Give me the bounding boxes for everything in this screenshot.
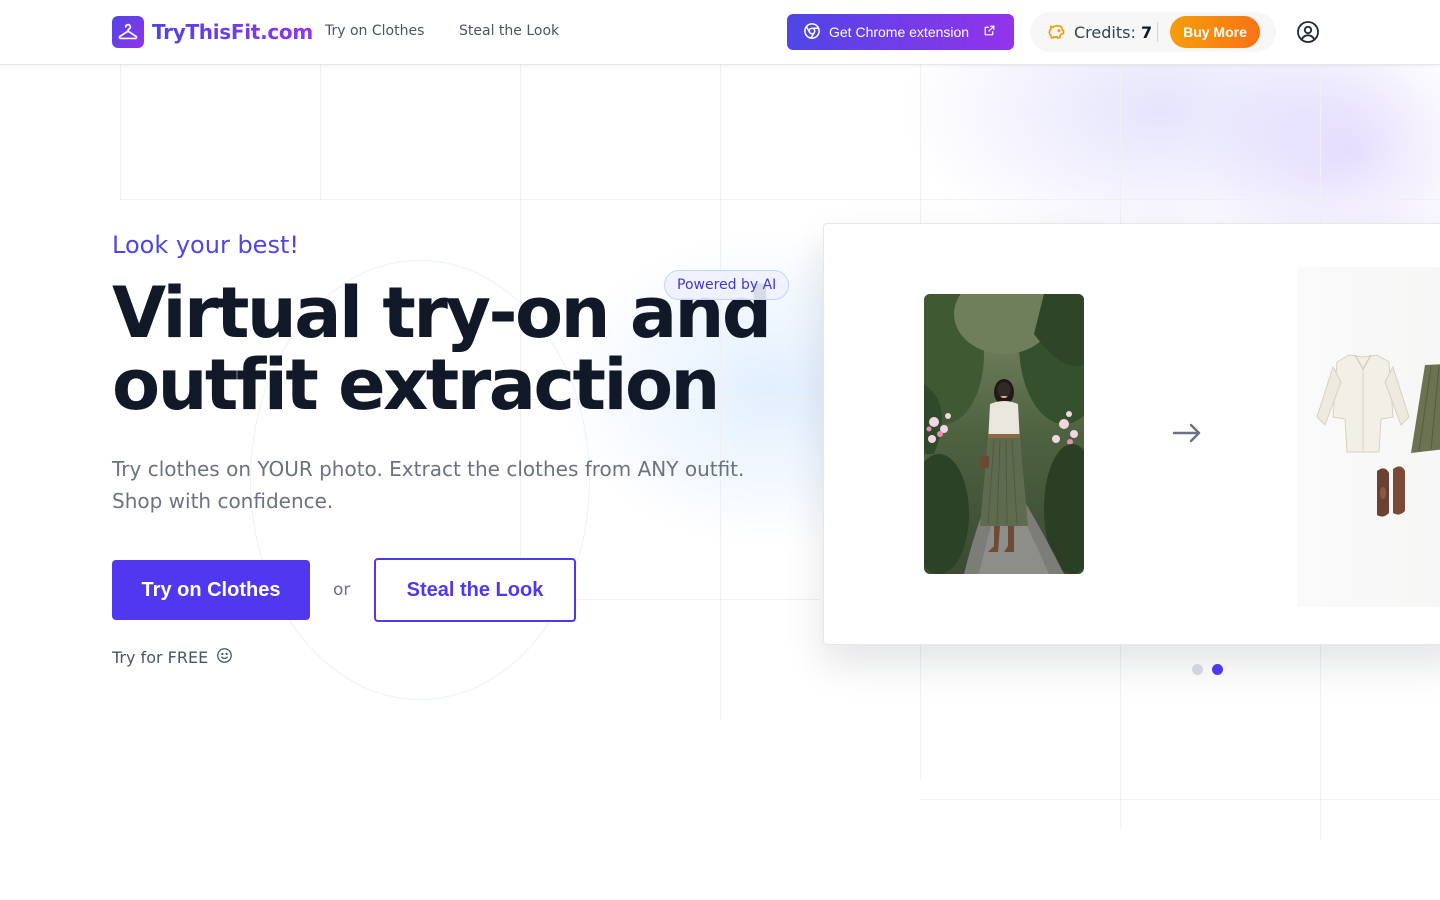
site-logo[interactable]: TryThisFit.com — [112, 16, 313, 48]
headline-line-2: outfit extraction — [112, 344, 720, 426]
boots-item — [1377, 466, 1405, 517]
chrome-extension-label: Get Chrome extension — [829, 24, 970, 40]
steal-the-look-button[interactable]: Steal the Look — [374, 558, 576, 622]
model-photo — [924, 294, 1084, 574]
showcase-card — [823, 223, 1440, 645]
carousel-indicators — [1192, 664, 1223, 675]
chrome-extension-button[interactable]: Get Chrome extension — [787, 14, 1014, 50]
logo-text: TryThisFit.com — [152, 20, 313, 44]
hanger-icon — [112, 16, 144, 48]
try-on-clothes-button[interactable]: Try on Clothes — [112, 560, 310, 620]
credits-value: 7 — [1140, 23, 1153, 42]
extracted-items-panel — [1297, 267, 1440, 607]
external-link-icon — [983, 24, 996, 40]
hero-subtitle: Try clothes on YOUR photo. Extract the c… — [112, 457, 745, 513]
top-navbar: TryThisFit.com Try on Clothes Steal the … — [0, 0, 1440, 65]
credits-count: Credits: 7 — [1074, 23, 1152, 42]
try-for-free-note: Try for FREE — [112, 647, 233, 668]
hero-tagline: Look your best! — [112, 231, 299, 259]
smile-icon — [216, 647, 233, 668]
hero-section: Look your best! Virtual try-on and outfi… — [0, 65, 1440, 900]
powered-by-ai-badge: Powered by AI — [664, 270, 790, 300]
try-for-free-label: Try for FREE — [112, 648, 209, 667]
divider — [1157, 22, 1158, 42]
buy-more-button[interactable]: Buy More — [1170, 16, 1260, 48]
arrow-right-icon — [1172, 422, 1202, 448]
user-circle-icon[interactable] — [1296, 20, 1320, 44]
blouse-item — [1316, 354, 1410, 453]
credits-label: Credits: — [1074, 23, 1136, 42]
credits-widget: Credits: 7 Buy More — [1030, 12, 1276, 52]
coin-icon — [1046, 22, 1066, 46]
or-separator: or — [333, 580, 351, 600]
nav-try-on-clothes[interactable]: Try on Clothes — [325, 23, 424, 39]
skirt-item — [1411, 364, 1440, 453]
nav-steal-the-look[interactable]: Steal the Look — [459, 23, 559, 39]
chrome-icon — [803, 22, 821, 43]
carousel-dot-1[interactable] — [1192, 664, 1203, 675]
carousel-dot-2[interactable] — [1212, 664, 1223, 675]
